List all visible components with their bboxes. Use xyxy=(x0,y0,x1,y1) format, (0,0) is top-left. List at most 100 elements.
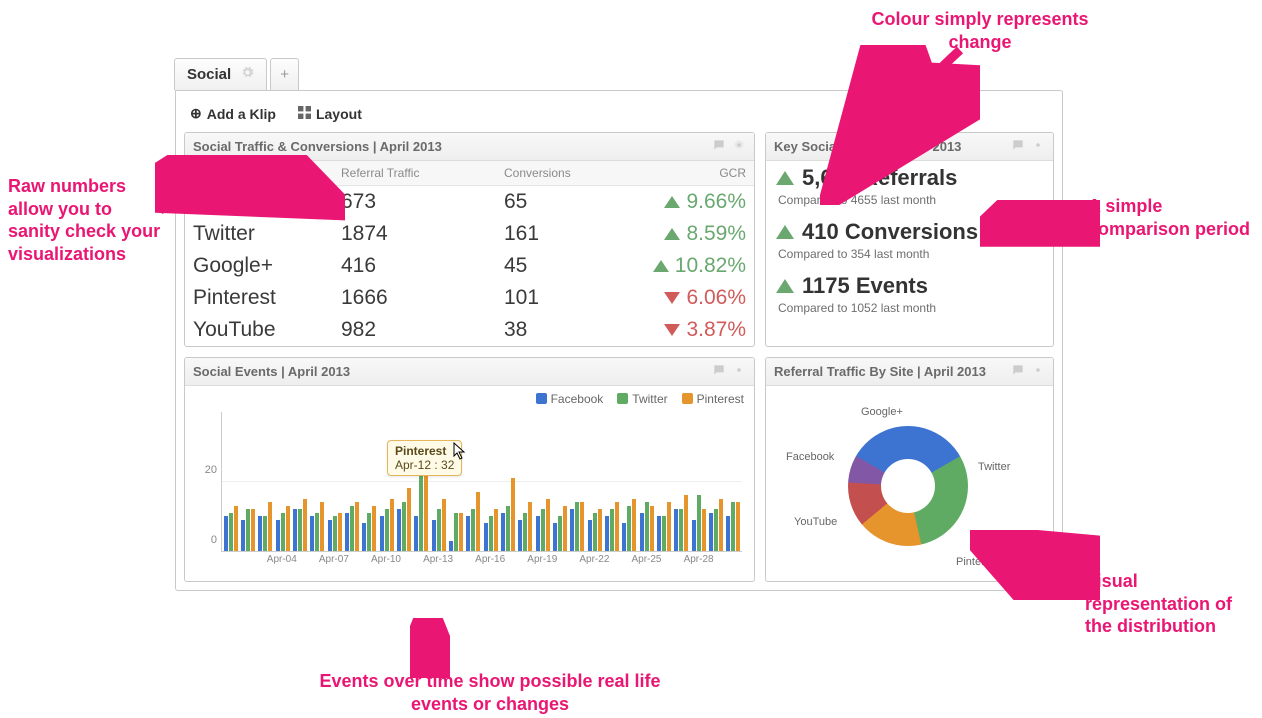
bar[interactable] xyxy=(350,506,354,551)
bar[interactable] xyxy=(558,516,562,551)
bar[interactable] xyxy=(298,509,302,551)
comment-icon[interactable] xyxy=(1011,363,1025,380)
bar[interactable] xyxy=(553,523,557,551)
bar[interactable] xyxy=(674,509,678,551)
bar[interactable] xyxy=(251,509,255,551)
bar[interactable] xyxy=(697,495,701,551)
gear-icon[interactable] xyxy=(732,363,746,380)
bar[interactable] xyxy=(702,509,706,551)
bar[interactable] xyxy=(593,513,597,551)
bar[interactable] xyxy=(709,513,713,551)
gear-icon[interactable] xyxy=(1031,138,1045,155)
bar[interactable] xyxy=(563,506,567,551)
bar[interactable] xyxy=(726,516,730,551)
bar[interactable] xyxy=(345,513,349,551)
bar[interactable] xyxy=(459,513,463,551)
bar[interactable] xyxy=(432,520,436,551)
bar[interactable] xyxy=(224,516,228,551)
bar[interactable] xyxy=(588,520,592,551)
bar[interactable] xyxy=(471,509,475,551)
bar[interactable] xyxy=(380,516,384,551)
bar[interactable] xyxy=(506,506,510,551)
bar[interactable] xyxy=(523,513,527,551)
bar[interactable] xyxy=(355,502,359,551)
bar[interactable] xyxy=(719,499,723,551)
bar[interactable] xyxy=(229,513,233,551)
bar[interactable] xyxy=(234,506,238,551)
bar[interactable] xyxy=(286,506,290,551)
add-klip-button[interactable]: ⊕ Add a Klip xyxy=(190,105,276,122)
bar[interactable] xyxy=(632,499,636,551)
bar[interactable] xyxy=(501,513,505,551)
tab-social[interactable]: Social xyxy=(174,58,267,90)
bar-chart[interactable]: 0 20 Apr-04Apr-07Apr-10Apr-13Apr-16Apr-1… xyxy=(195,412,744,570)
gear-icon[interactable] xyxy=(732,138,746,155)
bar[interactable] xyxy=(258,516,262,551)
bar[interactable] xyxy=(442,499,446,551)
bar[interactable] xyxy=(390,499,394,551)
gear-icon[interactable] xyxy=(241,66,254,83)
bar[interactable] xyxy=(362,523,366,551)
bar[interactable] xyxy=(466,516,470,551)
bar[interactable] xyxy=(241,520,245,551)
donut-chart[interactable] xyxy=(848,426,968,546)
bar[interactable] xyxy=(610,509,614,551)
bar[interactable] xyxy=(402,502,406,551)
bar[interactable] xyxy=(622,523,626,551)
bar[interactable] xyxy=(731,502,735,551)
bar[interactable] xyxy=(615,502,619,551)
bar[interactable] xyxy=(367,513,371,551)
bar[interactable] xyxy=(449,541,453,551)
bar[interactable] xyxy=(276,520,280,551)
bar[interactable] xyxy=(397,509,401,551)
bar[interactable] xyxy=(385,509,389,551)
bar[interactable] xyxy=(684,495,688,551)
gear-icon[interactable] xyxy=(1031,363,1045,380)
bar[interactable] xyxy=(511,478,515,551)
bar[interactable] xyxy=(246,509,250,551)
bar[interactable] xyxy=(476,492,480,551)
bar[interactable] xyxy=(281,513,285,551)
bar[interactable] xyxy=(528,502,532,551)
bar[interactable] xyxy=(575,502,579,551)
comment-icon[interactable] xyxy=(712,138,726,155)
bar[interactable] xyxy=(598,509,602,551)
bar[interactable] xyxy=(645,502,649,551)
bar[interactable] xyxy=(657,516,661,551)
bar[interactable] xyxy=(333,516,337,551)
bar[interactable] xyxy=(315,513,319,551)
bar[interactable] xyxy=(546,499,550,551)
bar[interactable] xyxy=(580,502,584,551)
bar[interactable] xyxy=(714,509,718,551)
bar[interactable] xyxy=(268,502,272,551)
bar[interactable] xyxy=(489,516,493,551)
bar[interactable] xyxy=(338,513,342,551)
bar[interactable] xyxy=(437,509,441,551)
bar[interactable] xyxy=(372,506,376,551)
bar[interactable] xyxy=(541,509,545,551)
bar[interactable] xyxy=(736,502,740,551)
bar[interactable] xyxy=(320,502,324,551)
bar[interactable] xyxy=(328,520,332,551)
bar[interactable] xyxy=(293,509,297,551)
bar[interactable] xyxy=(536,516,540,551)
bar[interactable] xyxy=(484,523,488,551)
bar[interactable] xyxy=(494,509,498,551)
bar[interactable] xyxy=(650,506,654,551)
bar[interactable] xyxy=(667,502,671,551)
comment-icon[interactable] xyxy=(1011,138,1025,155)
bar[interactable] xyxy=(627,506,631,551)
bar[interactable] xyxy=(662,516,666,551)
bar[interactable] xyxy=(679,509,683,551)
bar[interactable] xyxy=(454,513,458,551)
bar[interactable] xyxy=(605,516,609,551)
bar[interactable] xyxy=(640,513,644,551)
bar[interactable] xyxy=(263,516,267,551)
bar[interactable] xyxy=(518,520,522,551)
bar[interactable] xyxy=(310,516,314,551)
bar[interactable] xyxy=(570,509,574,551)
comment-icon[interactable] xyxy=(712,363,726,380)
bar[interactable] xyxy=(303,499,307,551)
bar[interactable] xyxy=(407,488,411,551)
layout-button[interactable]: Layout xyxy=(298,105,362,122)
